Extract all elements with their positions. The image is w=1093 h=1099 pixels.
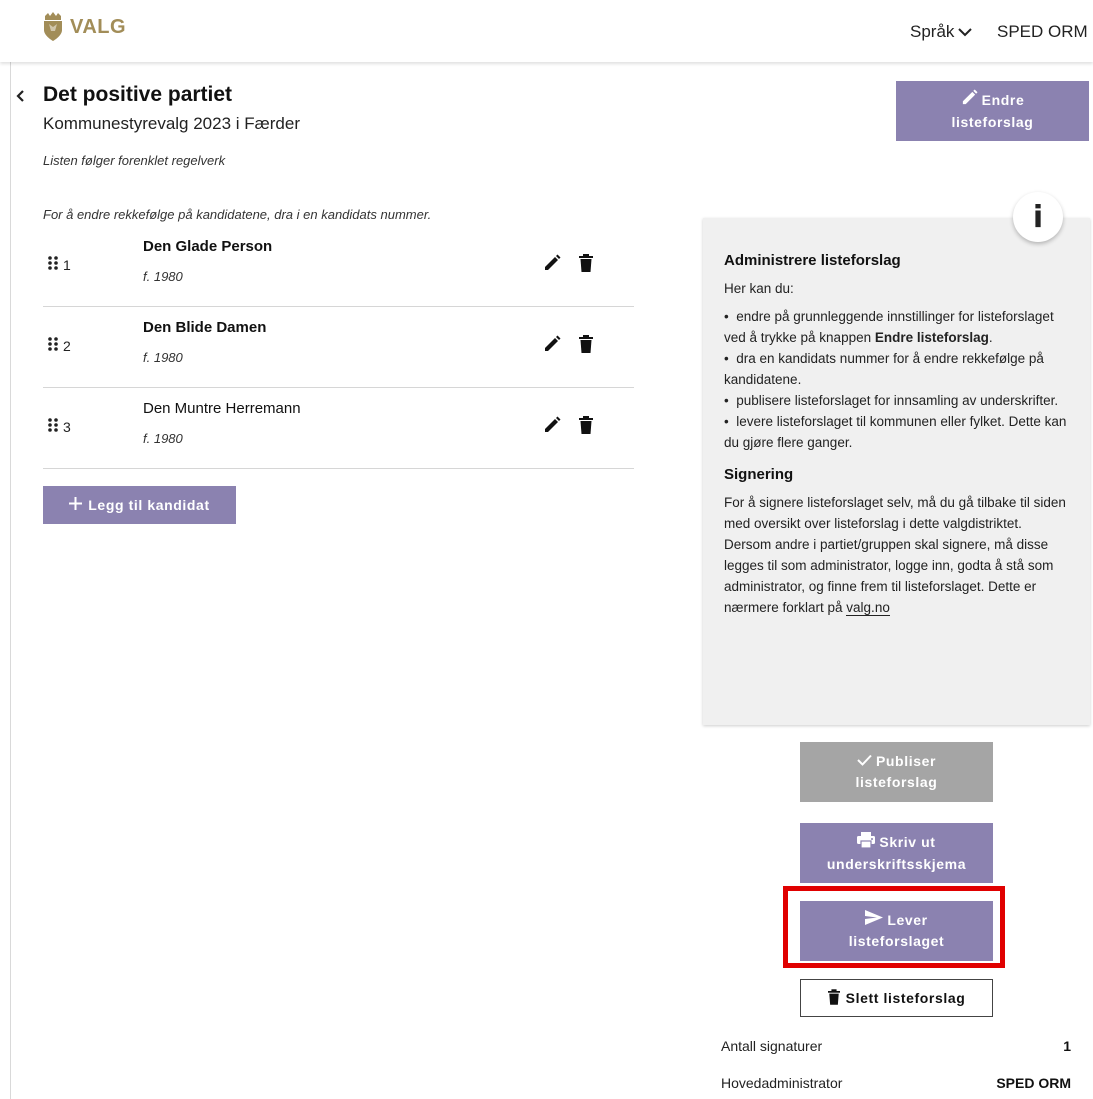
info-bullet: • levere listeforslaget til kommunen ell… [724, 414, 1067, 450]
info-bullet-2: dra en kandidats nummer for å endre rekk… [724, 351, 1044, 387]
info-bullet-3: publisere listeforslaget for innsamling … [736, 393, 1059, 408]
deliver-line1: Lever [865, 910, 927, 931]
publish-label-2: listeforslag [855, 774, 938, 790]
main-admin-row: Hovedadministrator SPED ORM [721, 1075, 1071, 1091]
candidate-birth: f. 1980 [143, 350, 183, 365]
deliver-label-2: listeforslaget [848, 933, 945, 949]
drag-handle[interactable]: 2 [48, 337, 71, 354]
page-left-rule [10, 0, 11, 1099]
print-label-2: underskriftsskjema [826, 855, 967, 872]
candidate-name: Den Glade Person [143, 238, 273, 255]
pencil-icon [961, 89, 978, 112]
drag-handle[interactable]: 1 [48, 256, 71, 273]
drag-handle[interactable]: 3 [48, 418, 71, 435]
info-intro: Her kan du: [724, 281, 794, 296]
publish-line1: Publiser [857, 751, 936, 772]
chevron-down-icon [958, 22, 973, 42]
print-line1: Skriv ut [857, 831, 936, 854]
trash-icon[interactable] [579, 254, 593, 277]
info-heading: Administrere listeforslag [724, 252, 901, 269]
publish-label-1: Publiser [875, 753, 937, 769]
user-menu[interactable]: SPED ORM [997, 22, 1088, 42]
candidate-name: Den Muntre Herremann [143, 400, 301, 417]
signatures-row: Antall signaturer 1 [721, 1038, 1071, 1054]
delete-list-button[interactable]: Slett listeforslag [800, 979, 993, 1017]
rule-note: Listen følger forenklet regelverk [43, 153, 226, 168]
valg-link[interactable]: valg.no [846, 600, 890, 616]
candidate-name: Den Blide Damen [143, 319, 267, 336]
candidate-row: 3 Den Muntre Herremann f. 1980 [43, 388, 634, 469]
page-title: Det positive partiet [43, 83, 233, 106]
logo-text: VALG [70, 15, 127, 38]
check-icon [857, 751, 872, 772]
pencil-icon[interactable] [543, 335, 561, 358]
trash-icon[interactable] [579, 335, 593, 358]
main-admin-label: Hovedadministrator [721, 1075, 843, 1091]
candidate-birth: f. 1980 [143, 269, 183, 284]
page-subtitle: Kommunestyrevalg 2023 i Færder [43, 114, 301, 133]
signing-body: For å signere listeforslaget selv, må du… [724, 495, 1066, 615]
pencil-icon[interactable] [543, 416, 561, 439]
signatures-value: 1 [1063, 1038, 1071, 1054]
order-instruction: For å endre rekkefølge på kandidatene, d… [43, 207, 432, 222]
info-bullet: • endre på grunnleggende innstillinger f… [724, 309, 1054, 345]
delete-list-label: Slett listeforslag [845, 990, 966, 1006]
candidate-number: 1 [63, 256, 71, 273]
plus-icon [69, 495, 83, 516]
language-label: Språk [910, 22, 955, 41]
drag-handle-icon [48, 337, 58, 354]
pencil-icon[interactable] [543, 254, 561, 277]
signing-text: For å signere listeforslaget selv, må du… [724, 492, 1069, 618]
signatures-label: Antall signaturer [721, 1038, 823, 1054]
signing-heading: Signering [724, 466, 794, 483]
valg-logo[interactable]: VALG [40, 12, 126, 42]
candidate-number: 3 [63, 418, 71, 435]
info-bullet-4: levere listeforslaget til kommunen eller… [724, 414, 1067, 450]
add-candidate-button[interactable]: Legg til kandidat [43, 486, 236, 524]
candidate-list: 1 Den Glade Person f. 1980 2 Den Blide D… [43, 226, 634, 469]
back-chevron-icon[interactable] [16, 86, 26, 109]
trash-icon[interactable] [579, 416, 593, 439]
add-candidate-label: Legg til kandidat [88, 496, 210, 513]
language-menu[interactable]: Språk [910, 22, 973, 42]
trash-icon [827, 988, 840, 1008]
edit-list-line1: Endre [961, 89, 1025, 112]
candidate-number: 2 [63, 337, 71, 354]
print-label-1: Skriv ut [879, 834, 936, 850]
top-bar: VALG Språk SPED ORM [0, 0, 1093, 62]
info-bullet: • publisere listeforslaget for innsamlin… [724, 393, 1059, 408]
candidate-row: 1 Den Glade Person f. 1980 [43, 226, 634, 307]
send-icon [865, 910, 884, 931]
edit-list-label-1: Endre [981, 92, 1025, 108]
edit-list-button[interactable]: Endre listeforslag [896, 81, 1089, 141]
candidate-row: 2 Den Blide Damen f. 1980 [43, 307, 634, 388]
main-admin-value: SPED ORM [996, 1075, 1071, 1091]
info-content: Administrere listeforslag Her kan du: • … [724, 250, 1069, 625]
drag-handle-icon [48, 256, 58, 273]
printer-icon [857, 831, 876, 854]
info-panel: Administrere listeforslag Her kan du: • … [703, 218, 1090, 725]
info-icon: i [1013, 192, 1063, 242]
info-bullet: • dra en kandidats nummer for å endre re… [724, 351, 1044, 387]
valg-crest-icon [40, 12, 66, 42]
edit-list-label-2: listeforslag [951, 114, 1034, 130]
candidate-birth: f. 1980 [143, 431, 183, 446]
drag-handle-icon [48, 418, 58, 435]
deliver-list-button[interactable]: Lever listeforslaget [800, 901, 993, 961]
deliver-label-1: Lever [887, 912, 928, 928]
info-bullet-1b: Endre listeforslag [874, 330, 989, 345]
publish-list-button[interactable]: Publiser listeforslag [800, 742, 993, 802]
print-signature-form-button[interactable]: Skriv ut underskriftsskjema [800, 823, 993, 883]
info-bullet-1c: . [988, 330, 993, 345]
